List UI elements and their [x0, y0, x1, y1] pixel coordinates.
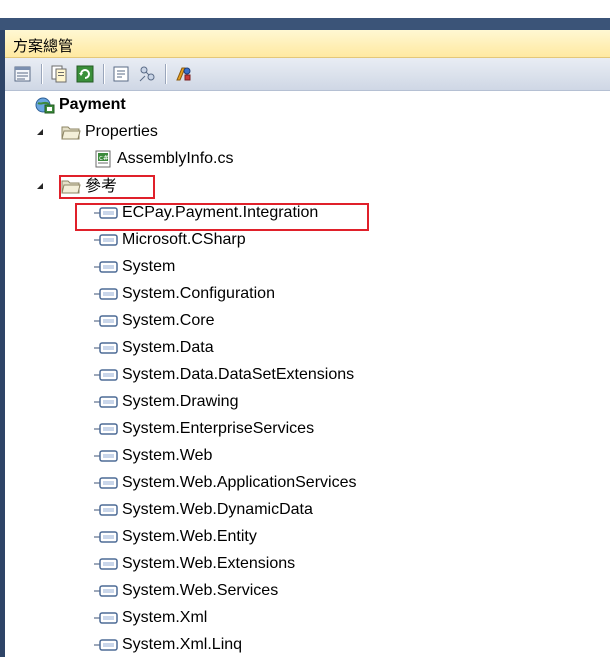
reference-label: System.Xml.Linq: [122, 636, 243, 653]
reference-icon: [93, 233, 119, 247]
reference-icon: [93, 530, 119, 544]
reference-item[interactable]: ECPay.Payment.Integration: [93, 199, 318, 226]
reference-label: System.Drawing: [122, 393, 239, 410]
reference-icon: [93, 503, 119, 517]
properties-collapse-toggle[interactable]: [35, 127, 45, 137]
reference-icon: [93, 287, 119, 301]
reference-icon: [93, 476, 119, 490]
solution-explorer-panel: 方案總管 Payment Properties c# AssemblyInfo.…: [5, 30, 610, 657]
show-all-files-button[interactable]: [49, 64, 69, 84]
solution-explorer-window: 方案總管 Payment Properties c# AssemblyInfo.…: [0, 0, 610, 657]
svg-text:c#: c#: [99, 154, 109, 162]
folder-icon: [61, 123, 81, 141]
reference-icon: [93, 611, 119, 625]
solution-tree: Payment Properties c# AssemblyInfo.cs 參考…: [5, 91, 610, 657]
refresh-button[interactable]: [75, 64, 95, 84]
panel-toolbar: [5, 58, 610, 91]
reference-label: Microsoft.CSharp: [122, 231, 246, 248]
reference-icon: [93, 584, 119, 598]
toolbar-separator: [165, 64, 166, 84]
reference-item[interactable]: System.Web: [93, 442, 212, 469]
view-class-diagram-button[interactable]: [137, 64, 157, 84]
view-designer-icon: [173, 64, 193, 84]
reference-label: System.Web.DynamicData: [122, 501, 313, 518]
reference-icon: [93, 368, 119, 382]
refresh-icon: [75, 64, 95, 84]
tree-item-project[interactable]: Payment: [35, 91, 126, 118]
reference-icon: [93, 449, 119, 463]
reference-item[interactable]: Microsoft.CSharp: [93, 226, 246, 253]
reference-item[interactable]: System.Web.ApplicationServices: [93, 469, 356, 496]
top-window-strip: [0, 0, 610, 30]
reference-item[interactable]: System.EnterpriseServices: [93, 415, 314, 442]
reference-item[interactable]: System.Web.DynamicData: [93, 496, 313, 523]
show-all-files-icon: [49, 64, 69, 84]
view-class-diagram-icon: [137, 64, 157, 84]
properties-window-icon: [13, 64, 33, 84]
reference-item[interactable]: System: [93, 253, 175, 280]
reference-label: ECPay.Payment.Integration: [122, 204, 319, 221]
reference-label: System.EnterpriseServices: [122, 420, 315, 437]
references-label: 參考: [85, 176, 118, 195]
reference-icon: [93, 638, 119, 652]
reference-item[interactable]: System.Xml: [93, 604, 207, 631]
reference-label: System: [122, 258, 176, 275]
reference-icon: [93, 341, 119, 355]
reference-icon: [93, 206, 119, 220]
reference-item[interactable]: System.Core: [93, 307, 214, 334]
reference-item[interactable]: System.Web.Services: [93, 577, 278, 604]
reference-label: System.Web.ApplicationServices: [122, 474, 357, 491]
tree-item-properties[interactable]: Properties: [61, 118, 158, 145]
reference-label: System.Core: [122, 312, 215, 329]
reference-item[interactable]: System.Web.Extensions: [93, 550, 295, 577]
reference-icon: [93, 260, 119, 274]
reference-item[interactable]: System.Data: [93, 334, 214, 361]
window-border: [0, 18, 610, 30]
properties-label: Properties: [85, 123, 158, 140]
reference-icon: [93, 422, 119, 436]
view-designer-button[interactable]: [173, 64, 193, 84]
expanded-triangle-icon: [35, 127, 45, 137]
view-code-button[interactable]: [111, 64, 131, 84]
reference-item[interactable]: System.Drawing: [93, 388, 238, 415]
reference-label: System.Data: [122, 339, 214, 356]
reference-label: System.Xml: [122, 609, 208, 626]
toolbar-separator: [103, 64, 104, 84]
assembly-info-label: AssemblyInfo.cs: [117, 150, 234, 167]
reference-item[interactable]: System.Data.DataSetExtensions: [93, 361, 354, 388]
reference-item[interactable]: System.Configuration: [93, 280, 275, 307]
expanded-triangle-icon: [35, 181, 45, 191]
reference-item[interactable]: System.Web.Entity: [93, 523, 257, 550]
references-collapse-toggle[interactable]: [35, 181, 45, 191]
project-name: Payment: [59, 96, 126, 113]
reference-icon: [93, 395, 119, 409]
reference-label: System.Web.Extensions: [122, 555, 296, 572]
properties-expander: [35, 100, 45, 110]
csharp-file-icon: c#: [93, 150, 113, 168]
tree-item-references[interactable]: 參考: [61, 172, 117, 199]
reference-label: System.Configuration: [122, 285, 275, 302]
tree-item-assembly-info[interactable]: c# AssemblyInfo.cs: [93, 145, 233, 172]
reference-icon: [93, 314, 119, 328]
folder-icon: [61, 177, 81, 195]
reference-icon: [93, 557, 119, 571]
reference-label: System.Web.Entity: [122, 528, 257, 545]
reference-item[interactable]: System.Xml.Linq: [93, 631, 242, 657]
view-code-icon: [111, 64, 131, 84]
reference-label: System.Data.DataSetExtensions: [122, 366, 355, 383]
reference-label: System.Web: [122, 447, 213, 464]
toolbar-separator: [41, 64, 42, 84]
reference-label: System.Web.Services: [122, 582, 279, 599]
panel-title: 方案總管: [13, 37, 74, 55]
properties-window-button[interactable]: [13, 64, 33, 84]
panel-title-bar[interactable]: 方案總管: [5, 30, 610, 58]
